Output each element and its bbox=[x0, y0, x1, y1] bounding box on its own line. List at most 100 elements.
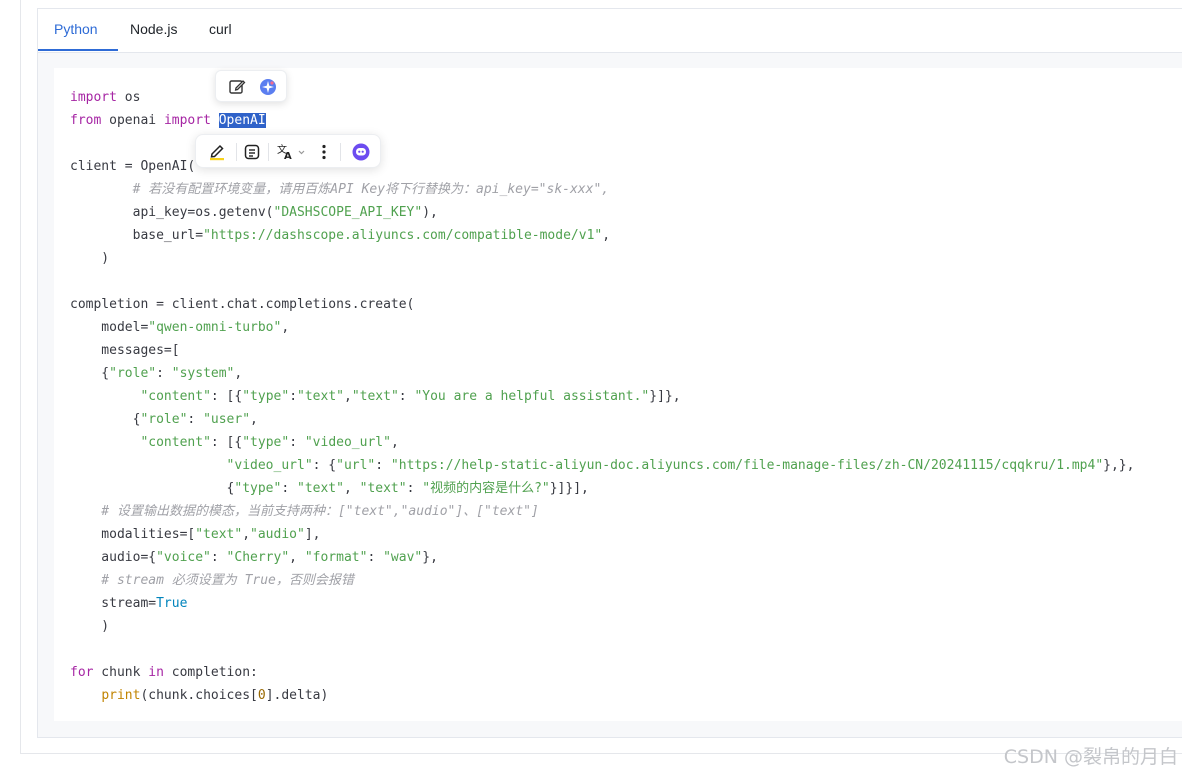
code-string: "text" bbox=[297, 481, 344, 496]
code-token: },}, bbox=[1103, 458, 1135, 473]
code-number: 0 bbox=[257, 688, 266, 703]
toolbar-divider bbox=[236, 143, 237, 161]
toolbar-divider bbox=[340, 143, 341, 161]
code-token: from bbox=[70, 113, 102, 128]
code-token: model= bbox=[70, 320, 149, 335]
code-token: : bbox=[156, 366, 172, 381]
code-token: : [{ bbox=[210, 389, 243, 404]
code-string: "user" bbox=[203, 412, 251, 427]
code-boolean: True bbox=[156, 596, 188, 611]
code-token: , bbox=[234, 366, 243, 381]
active-tab-indicator bbox=[38, 49, 118, 51]
code-token: , bbox=[242, 527, 251, 542]
code-token: completion = client.chat.completions.cre… bbox=[70, 297, 415, 312]
tab-nodejs[interactable]: Node.js bbox=[130, 21, 177, 51]
code-string: "audio" bbox=[250, 527, 305, 542]
code-token: }, bbox=[422, 550, 438, 565]
edit-icon[interactable] bbox=[227, 77, 247, 97]
code-string: "视频的内容是什么?" bbox=[422, 481, 550, 496]
code-token: { bbox=[70, 366, 110, 381]
code-token: : bbox=[375, 458, 391, 473]
code-token: , bbox=[289, 550, 305, 565]
code-token: : [{ bbox=[210, 435, 243, 450]
code-string: "https://help-static-aliyun-doc.aliyuncs… bbox=[390, 458, 1104, 473]
svg-text:A: A bbox=[284, 151, 292, 162]
code-string: "You are a helpful assistant." bbox=[414, 389, 650, 404]
translate-icon[interactable]: 文A bbox=[276, 142, 308, 162]
code-token: ) bbox=[70, 251, 110, 266]
code-string: "DASHSCOPE_API_KEY" bbox=[273, 205, 423, 220]
ai-chat-icon[interactable] bbox=[351, 142, 371, 162]
code-token: completion: bbox=[163, 665, 258, 680]
code-token: { bbox=[70, 412, 141, 427]
code-token: os bbox=[116, 90, 141, 105]
code-token: : bbox=[406, 481, 423, 496]
more-options-icon[interactable] bbox=[314, 142, 334, 162]
code-token: chunk bbox=[93, 665, 149, 680]
note-icon[interactable] bbox=[242, 142, 262, 162]
code-string: "video_url" bbox=[304, 435, 391, 450]
code-string: "wav" bbox=[383, 550, 423, 565]
code-string: "qwen-omni-turbo" bbox=[148, 320, 282, 335]
code-string: "system" bbox=[171, 366, 235, 381]
selected-text[interactable]: OpenAI bbox=[218, 113, 266, 128]
code-builtin: print bbox=[101, 688, 141, 703]
code-string: "text" bbox=[297, 389, 344, 404]
code-string: "content" bbox=[140, 435, 211, 450]
code-token: base_url= bbox=[70, 228, 204, 243]
tab-python[interactable]: Python bbox=[54, 21, 98, 51]
language-tabbar: Python Node.js curl bbox=[38, 9, 1182, 53]
code-token: , bbox=[390, 435, 399, 450]
ai-assistant-icon[interactable] bbox=[258, 77, 278, 97]
code-string: "video_url" bbox=[226, 458, 313, 473]
code-string: "Cherry" bbox=[226, 550, 290, 565]
code-token: : bbox=[289, 435, 305, 450]
code-token: { bbox=[70, 481, 235, 496]
code-token: (chunk.choices[ bbox=[140, 688, 258, 703]
code-token: ), bbox=[422, 205, 438, 220]
code-token: modalities=[ bbox=[70, 527, 196, 542]
toolbar-divider bbox=[268, 143, 269, 161]
code-string: "https://dashscope.aliyuncs.com/compatib… bbox=[203, 228, 603, 243]
code-token: }]}], bbox=[549, 481, 589, 496]
code-token: in bbox=[148, 665, 164, 680]
code-token: , bbox=[250, 412, 258, 427]
code-string: "type" bbox=[242, 389, 290, 404]
code-string: "type" bbox=[234, 481, 282, 496]
code-token: import bbox=[70, 90, 117, 105]
code-token: : bbox=[367, 550, 384, 565]
code-string: "voice" bbox=[156, 550, 211, 565]
code-token: audio={ bbox=[70, 550, 157, 565]
code-token: openai bbox=[101, 113, 164, 128]
code-string: "text" bbox=[359, 481, 407, 496]
code-token: client = OpenAI( bbox=[70, 159, 196, 174]
code-text[interactable]: import os from openai import OpenAI clie… bbox=[70, 86, 1134, 707]
tab-curl[interactable]: curl bbox=[209, 21, 232, 51]
watermark: CSDN @裂帛的月白 bbox=[1003, 746, 1178, 768]
code-token: , bbox=[602, 228, 611, 243]
highlighter-icon[interactable] bbox=[207, 141, 227, 161]
code-token: : bbox=[398, 389, 415, 404]
code-token: : { bbox=[312, 458, 337, 473]
code-token: : bbox=[187, 412, 204, 427]
code-token: : bbox=[289, 389, 298, 404]
code-comment: # 设置输出数据的模态，当前支持两种：["text","audio"]、["te… bbox=[70, 504, 539, 519]
code-token: , bbox=[343, 481, 360, 496]
code-token: ].delta) bbox=[265, 688, 329, 703]
code-comment: # 若没有配置环境变量，请用百炼API Key将下行替换为：api_key="s… bbox=[70, 182, 610, 197]
code-token: ], bbox=[304, 527, 321, 542]
code-comment: # stream 必须设置为 True，否则会报错 bbox=[70, 573, 354, 588]
code-string: "url" bbox=[336, 458, 376, 473]
code-string: "text" bbox=[351, 389, 399, 404]
code-token: messages=[ bbox=[70, 343, 180, 358]
code-token: ) bbox=[70, 619, 110, 634]
code-string: "text" bbox=[195, 527, 243, 542]
selection-mini-toolbar bbox=[215, 70, 287, 102]
code-token: }]}, bbox=[649, 389, 681, 404]
code-string: "type" bbox=[242, 435, 290, 450]
